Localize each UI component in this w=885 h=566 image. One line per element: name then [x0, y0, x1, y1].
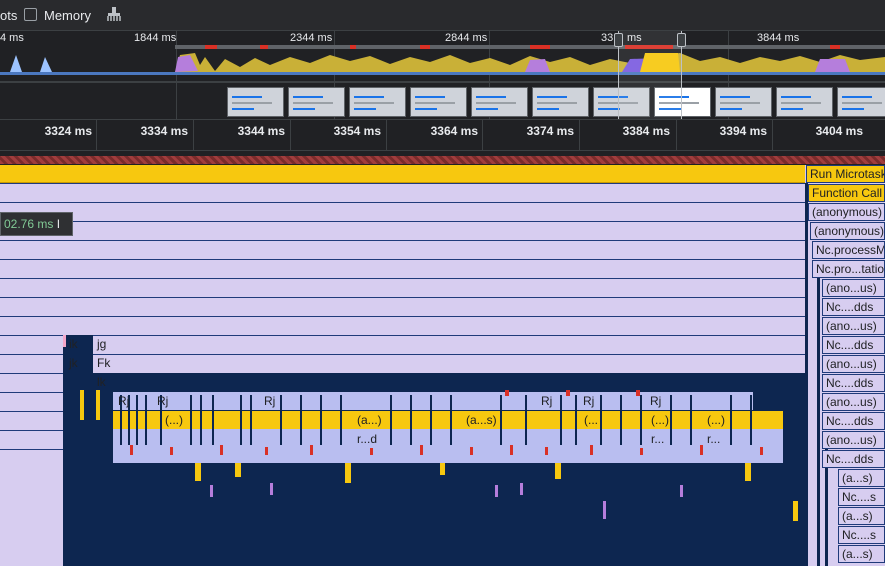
frame-anonymous[interactable]: (anonymous): [810, 222, 885, 240]
screenshot-thumbnail: [715, 87, 772, 117]
frame-process[interactable]: Nc.pro...tation: [812, 260, 885, 278]
screenshot-thumbnail: [776, 87, 833, 117]
frame-nc-adds[interactable]: Nc....dds: [822, 450, 885, 468]
ruler-tick: 3354 ms: [333, 124, 381, 138]
right-resize-handle[interactable]: [677, 33, 686, 47]
overview-tick: 3844 ms: [757, 32, 800, 44]
frame-nc[interactable]: Nc....s: [838, 488, 885, 506]
frame-label[interactable]: r...: [651, 432, 664, 446]
frame-anonymous[interactable]: (a...s): [838, 507, 885, 525]
frame-label[interactable]: r...: [707, 432, 720, 446]
frame-nc-adds[interactable]: Nc....dds: [822, 374, 885, 392]
ruler-tick: 3384 ms: [622, 124, 670, 138]
tooltip-label: I: [56, 217, 61, 231]
ruler-tick: 3374 ms: [526, 124, 574, 138]
frame-nc-adds[interactable]: Nc....dds: [822, 298, 885, 316]
frame-label[interactable]: ik: [69, 337, 78, 351]
performance-toolbar: ots Memory: [0, 0, 885, 31]
frame-nc-adds[interactable]: Nc....dds: [822, 336, 885, 354]
overview-tick: 2844 ms: [445, 32, 488, 44]
frame-process[interactable]: Nc.processMu: [812, 241, 885, 259]
overview-tick: 1844 ms: [134, 32, 177, 44]
frame-label[interactable]: jk: [69, 356, 78, 370]
broom-icon[interactable]: [106, 6, 122, 25]
screenshot-thumbnail: [532, 87, 589, 117]
frame-label[interactable]: (...): [707, 413, 725, 427]
hover-tooltip: 02.76 ms I: [0, 212, 73, 236]
tooltip-duration: 02.76 ms: [4, 217, 54, 231]
flame-chart[interactable]: ik jg jk Fk lk Rj Rj Rj Rj Rj Rj (...) (…: [0, 165, 885, 566]
screenshot-thumbnail: [227, 87, 284, 117]
frame-anonymous[interactable]: (ano...us): [822, 431, 885, 449]
frame-anonymous[interactable]: (anonymous): [808, 203, 885, 221]
frame-anonymous[interactable]: (ano...us): [822, 279, 885, 297]
frame-label[interactable]: (...): [651, 413, 669, 427]
frame-label[interactable]: (...: [584, 413, 598, 427]
frame-label[interactable]: Rj: [541, 394, 552, 408]
frame-nc-adds[interactable]: Nc....dds: [822, 412, 885, 430]
ruler-tick: 3334 ms: [140, 124, 188, 138]
frame-anonymous[interactable]: (a...s): [838, 469, 885, 487]
frame-label[interactable]: Rj: [650, 394, 661, 408]
overview-selection-window[interactable]: [614, 31, 686, 119]
frame-label[interactable]: jg: [97, 337, 106, 351]
ruler-tick: 3364 ms: [430, 124, 478, 138]
long-task-marker: [0, 156, 885, 164]
left-resize-handle[interactable]: [614, 33, 623, 47]
frame-label[interactable]: (...): [165, 413, 183, 427]
ruler-tick: 3404 ms: [815, 124, 863, 138]
call-stack-graphics: [63, 183, 885, 566]
cpu-activity-chart: [0, 45, 885, 83]
memory-label[interactable]: Memory: [44, 8, 91, 23]
frame-anonymous[interactable]: (ano...us): [822, 393, 885, 411]
frame-label[interactable]: (a...s): [466, 413, 497, 427]
ruler-tick: 3344 ms: [237, 124, 285, 138]
time-ruler: 3324 ms 3334 ms 3344 ms 3354 ms 3364 ms …: [0, 119, 885, 151]
ruler-tick: 3394 ms: [719, 124, 767, 138]
frame-label[interactable]: (a...): [357, 413, 382, 427]
frame-function-call[interactable]: Function Call: [808, 184, 885, 202]
frame-anonymous[interactable]: (ano...us): [822, 355, 885, 373]
frame-label[interactable]: lk: [97, 375, 106, 389]
screenshot-thumbnail: [471, 87, 528, 117]
frame-anonymous[interactable]: (ano...us): [822, 317, 885, 335]
screenshot-thumbnail: [410, 87, 467, 117]
overview-tick: 2344 ms: [290, 32, 333, 44]
frame-label[interactable]: Rj: [118, 394, 129, 408]
timeline-overview[interactable]: 4 ms 1844 ms 2344 ms 2844 ms 33 ms 3844 …: [0, 31, 885, 119]
frame-anonymous[interactable]: (a...s): [838, 545, 885, 563]
frame-label[interactable]: Rj: [264, 394, 275, 408]
screenshot-thumbnail: [837, 87, 885, 117]
screenshot-thumbnail: [349, 87, 406, 117]
screenshot-thumbnail: [288, 87, 345, 117]
screenshots-label: ots: [0, 8, 18, 23]
memory-checkbox[interactable]: [24, 8, 37, 21]
overview-tick: 33: [601, 32, 614, 44]
frame-nc[interactable]: Nc....s: [838, 526, 885, 544]
frame-run-microtasks[interactable]: Run Microtasks: [806, 165, 885, 183]
ruler-tick: 3324 ms: [44, 124, 92, 138]
frame-label[interactable]: Rj: [583, 394, 594, 408]
frame-label[interactable]: r...d: [357, 432, 377, 446]
overview-tick: 4 ms: [0, 32, 24, 44]
frame-label[interactable]: Fk: [97, 356, 110, 370]
frame-label[interactable]: Rj: [157, 394, 168, 408]
